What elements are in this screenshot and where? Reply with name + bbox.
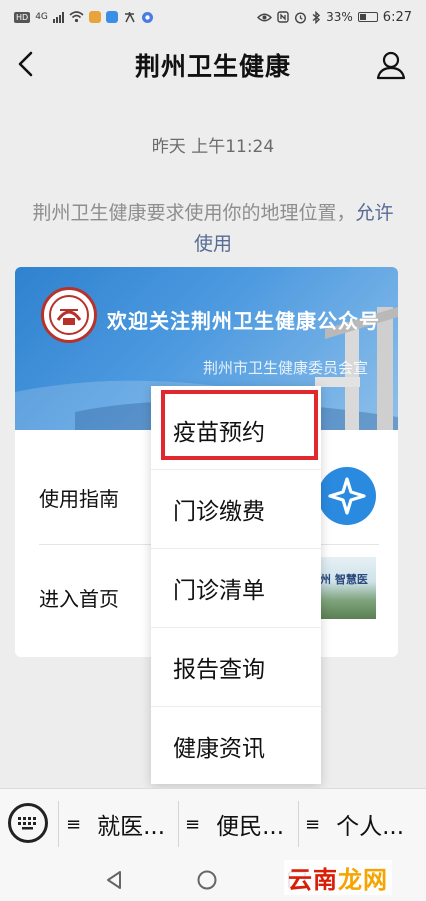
- menu-item-outpatient-payment[interactable]: 门诊缴费: [151, 469, 321, 548]
- translate-icon: [124, 11, 135, 22]
- nfc-icon: [277, 11, 289, 23]
- watermark-accent: 龙网: [338, 866, 388, 894]
- banner-title: 欢迎关注荆州卫生健康公众号: [107, 309, 380, 333]
- signal-icon: [52, 11, 64, 23]
- status-right: 33% 6:27: [257, 10, 412, 25]
- page-title: 荆州卫生健康: [134, 52, 291, 81]
- header: 荆州卫生健康: [0, 34, 426, 96]
- medical-cross-icon: [328, 477, 366, 515]
- bottom-menu-label: 就医...: [97, 814, 166, 840]
- clock: 6:27: [382, 9, 412, 25]
- menu-item-health-info[interactable]: 健康资讯: [151, 706, 321, 785]
- back-icon[interactable]: [10, 48, 42, 80]
- bottom-menu-bar: ≡ 就医... ≡ 便民... ≡ 个人...: [0, 788, 426, 858]
- watermark-main: 云南: [288, 866, 338, 894]
- bottom-menu-medical[interactable]: ≡ 就医...: [66, 789, 165, 859]
- keyboard-toggle-icon[interactable]: [8, 803, 48, 843]
- highlight-box: [161, 390, 318, 460]
- bottom-menu-label: 便民...: [216, 814, 285, 840]
- app-notification-icon: [88, 11, 101, 23]
- app-notification-icon: [105, 11, 118, 23]
- battery-icon: [357, 12, 378, 22]
- alarm-icon: [295, 11, 307, 24]
- divider: [298, 801, 299, 847]
- banner-subtitle: 荆州市卫生健康委员会宣: [202, 359, 368, 377]
- smart-hospital-thumbnail: 州 智慧医: [318, 557, 376, 619]
- profile-icon[interactable]: [374, 48, 408, 82]
- medical-cross-thumbnail: [318, 467, 376, 525]
- divider: [178, 801, 179, 847]
- enter-homepage-label: 进入首页: [39, 586, 119, 611]
- wifi-icon: [69, 11, 84, 23]
- bottom-menu-personal[interactable]: ≡ 个人...: [305, 789, 404, 859]
- thumbnail-caption: 州 智慧医: [320, 573, 368, 586]
- hd-badge: HD: [14, 11, 31, 23]
- nav-home-icon[interactable]: [193, 866, 221, 894]
- location-prompt-text: 荆州卫生健康要求使用你的地理位置，: [32, 202, 356, 224]
- menu-list-icon: ≡: [305, 813, 321, 835]
- bluetooth-icon: [312, 10, 321, 24]
- menu-list-icon: ≡: [66, 813, 82, 835]
- jingzhou-health-logo: [41, 287, 97, 343]
- divider: [58, 801, 59, 847]
- menu-list-icon: ≡: [185, 813, 201, 835]
- bottom-menu-convenience[interactable]: ≡ 便民...: [185, 789, 284, 859]
- browser-icon: [141, 11, 153, 23]
- site-watermark: 云南龙网: [284, 860, 392, 895]
- status-left: HD 4G: [14, 11, 154, 24]
- nav-back-icon[interactable]: [100, 866, 128, 894]
- usage-guide-label: 使用指南: [39, 486, 119, 511]
- status-bar: HD 4G 33% 6:27: [0, 0, 426, 34]
- battery-percent: 33%: [326, 10, 353, 24]
- menu-item-report-query[interactable]: 报告查询: [151, 627, 321, 706]
- menu-item-outpatient-list[interactable]: 门诊清单: [151, 548, 321, 627]
- bottom-menu-label: 个人...: [336, 814, 405, 840]
- network-type: 4G: [35, 12, 48, 22]
- location-permission-note: 荆州卫生健康要求使用你的地理位置，允许使用: [30, 198, 396, 260]
- eye-icon: [257, 13, 273, 21]
- message-timestamp: 昨天 上午11:24: [151, 137, 275, 157]
